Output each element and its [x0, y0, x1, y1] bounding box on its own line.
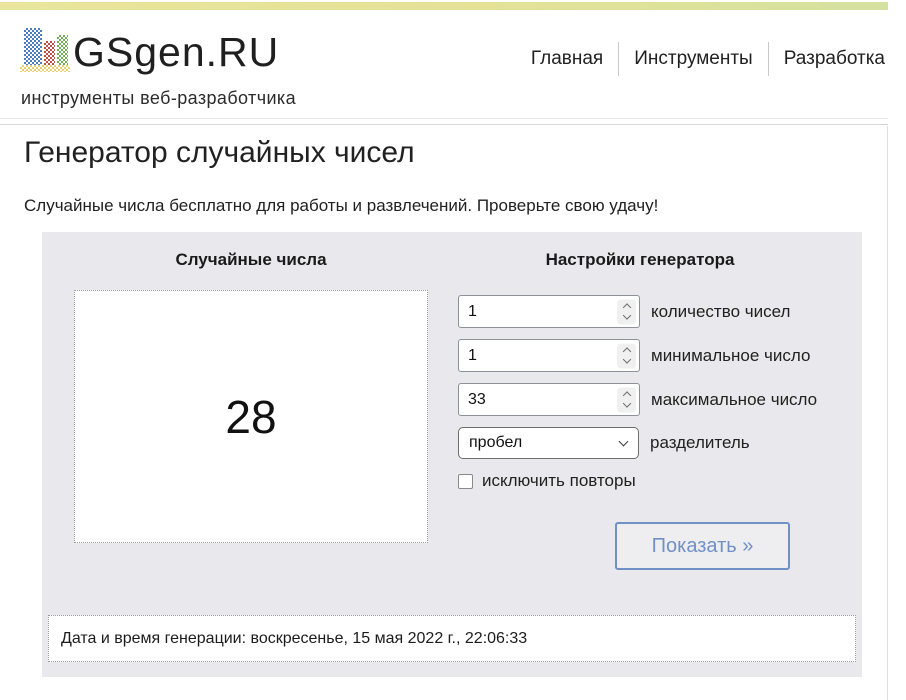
random-number-value: 28	[225, 390, 276, 444]
logo-bar-green	[57, 35, 68, 65]
header-divider	[0, 118, 888, 125]
logo-bar-blue	[24, 28, 42, 65]
site-logo[interactable]: GSgen.RU	[20, 28, 279, 72]
exclude-repeats-label[interactable]: исключить повторы	[482, 471, 636, 491]
min-spinner[interactable]	[617, 343, 636, 368]
separator-select[interactable]: пробел	[458, 427, 639, 459]
page-right-edge	[887, 126, 888, 700]
logo-bars-icon	[20, 28, 70, 72]
count-spinner[interactable]	[617, 299, 636, 324]
results-header: Случайные числа	[74, 250, 428, 270]
count-label: количество чисел	[651, 302, 790, 322]
nav-link-home[interactable]: Главная	[516, 42, 618, 76]
logo-text: GSgen.RU	[73, 33, 279, 72]
page-title: Генератор случайных чисел	[24, 136, 415, 170]
min-input-wrap	[458, 339, 640, 372]
separator-select-value: пробел	[469, 434, 522, 451]
nav-link-development[interactable]: Разработка	[768, 42, 885, 76]
page-subtitle: Случайные числа бесплатно для работы и р…	[24, 196, 658, 216]
nav-item-tools: Инструменты	[618, 42, 767, 76]
exclude-repeats-row: исключить повторы	[458, 471, 862, 491]
show-button[interactable]: Показать »	[615, 522, 790, 570]
site-tagline: инструменты веб-разработчика	[21, 88, 296, 109]
settings-column: количество чисел минимальное число макси	[458, 295, 862, 491]
nav-item-development: Разработка	[768, 42, 885, 76]
spinner-down-icon[interactable]	[622, 355, 630, 363]
nav-item-home: Главная	[516, 42, 618, 76]
count-input[interactable]	[458, 295, 640, 328]
main-nav: Главная Инструменты Разработка	[516, 42, 885, 76]
count-field-row: количество чисел	[458, 295, 862, 328]
max-input-wrap	[458, 383, 640, 416]
nav-link-tools[interactable]: Инструменты	[618, 42, 767, 76]
min-input[interactable]	[458, 339, 640, 372]
min-label: минимальное число	[651, 346, 810, 366]
chevron-down-icon	[619, 437, 629, 447]
random-numbers-output: 28	[74, 290, 428, 543]
max-input[interactable]	[458, 383, 640, 416]
min-field-row: минимальное число	[458, 339, 862, 372]
max-spinner[interactable]	[617, 387, 636, 412]
generator-panel: Случайные числа Настройки генератора 28 …	[42, 232, 862, 677]
spinner-down-icon[interactable]	[622, 399, 630, 407]
count-input-wrap	[458, 295, 640, 328]
logo-bar-red	[44, 41, 55, 65]
generation-datetime: Дата и время генерации: воскресенье, 15 …	[48, 615, 856, 662]
top-accent-bar	[0, 2, 888, 10]
separator-field-row: пробел разделитель	[458, 427, 862, 459]
max-label: максимальное число	[651, 390, 817, 410]
spinner-down-icon[interactable]	[622, 311, 630, 319]
exclude-repeats-checkbox[interactable]	[458, 474, 473, 489]
settings-header: Настройки генератора	[458, 250, 822, 270]
separator-label: разделитель	[650, 433, 750, 453]
max-field-row: максимальное число	[458, 383, 862, 416]
logo-bar-yellow	[20, 65, 70, 72]
